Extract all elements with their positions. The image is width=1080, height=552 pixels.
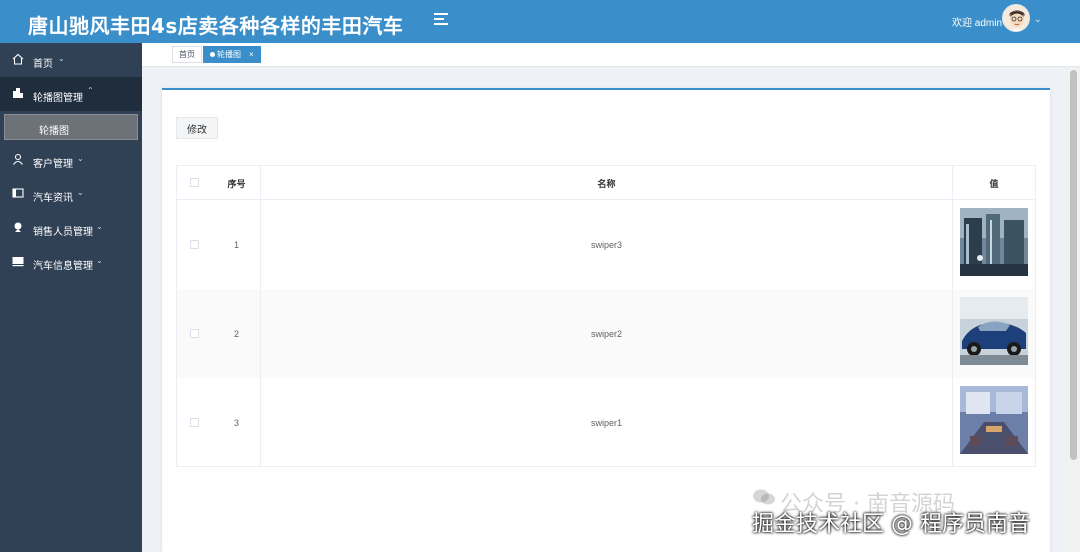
tab-home[interactable]: 首页 xyxy=(172,46,202,63)
row-checkbox[interactable] xyxy=(190,418,199,427)
user-avatar[interactable] xyxy=(1002,4,1030,32)
row-name: swiper1 xyxy=(590,418,622,428)
sidebar-item-car-info[interactable]: 汽车信息管理 ⌄ xyxy=(0,245,142,279)
sidebar-item-home[interactable]: 首页 ⌄ xyxy=(0,43,142,77)
chevron-down-icon: ⌄ xyxy=(58,54,65,63)
sidebar-item-label: 轮播图管理 xyxy=(33,93,83,104)
monitor-icon xyxy=(12,257,24,267)
tab-label: 轮播图 xyxy=(217,50,241,59)
row-name: swiper3 xyxy=(590,240,622,250)
chevron-down-icon[interactable]: ⌄ xyxy=(1034,14,1042,25)
row-checkbox[interactable] xyxy=(190,329,199,338)
sidebar-item-car-news[interactable]: 汽车资讯 ⌄ xyxy=(0,177,142,211)
carousel-image-thumbnail[interactable] xyxy=(960,297,1028,365)
person-badge-icon xyxy=(14,222,22,232)
table-row[interactable]: 3 swiper1 xyxy=(177,378,1035,467)
data-table: 序号 名称 值 1 swiper3 2 swiper2 3 swiper1 xyxy=(176,165,1036,467)
chevron-down-icon: ⌄ xyxy=(77,154,84,163)
row-index: 1 xyxy=(233,240,239,250)
carousel-image-thumbnail[interactable] xyxy=(960,386,1028,454)
close-icon[interactable]: × xyxy=(249,50,254,59)
carousel-image-thumbnail[interactable] xyxy=(960,208,1028,276)
home-icon xyxy=(12,53,24,65)
table-header: 序号 名称 值 xyxy=(177,166,1035,200)
active-dot-icon xyxy=(210,52,215,58)
tab-carousel[interactable]: 轮播图 × xyxy=(203,46,261,63)
chevron-down-icon: ⌄ xyxy=(96,222,103,231)
row-index: 2 xyxy=(233,329,239,339)
wechat-icon xyxy=(753,489,775,505)
user-icon xyxy=(13,153,23,165)
scrollbar-thumb[interactable] xyxy=(1070,70,1077,460)
sidebar-item-label: 汽车资讯 xyxy=(33,193,73,204)
column-header: 值 xyxy=(989,179,999,189)
table-row[interactable]: 1 swiper3 xyxy=(177,200,1035,289)
welcome-text: 欢迎 admin xyxy=(952,18,1003,29)
sidebar-item-sales-staff[interactable]: 销售人员管理 ⌄ xyxy=(0,211,142,245)
sidebar: 首页 ⌄ 轮播图管理 ⌃ 轮播图 客户管理 ⌄ 汽车资讯 ⌄ 销售人员管理 ⌄ … xyxy=(0,43,142,552)
menu-toggle-icon[interactable] xyxy=(434,13,448,27)
edit-button[interactable]: 修改 xyxy=(176,117,218,139)
sidebar-subitem-carousel[interactable]: 轮播图 xyxy=(4,114,138,140)
row-checkbox[interactable] xyxy=(190,240,199,249)
top-header: 唐山驰风丰田4s店卖各种各样的丰田汽车 欢迎 admin ⌄ xyxy=(0,0,1080,43)
column-header: 序号 xyxy=(227,179,246,189)
chevron-down-icon: ⌄ xyxy=(77,188,84,197)
site-title: 唐山驰风丰田4s店卖各种各样的丰田汽车 xyxy=(28,14,404,38)
table-row[interactable]: 2 swiper2 xyxy=(177,289,1035,378)
tab-label: 首页 xyxy=(179,50,195,59)
row-name: swiper2 xyxy=(590,329,622,339)
content-card: 修改 序号 名称 值 1 swiper3 2 swiper2 3 swiper1 xyxy=(162,88,1050,552)
chevron-down-icon: ⌄ xyxy=(96,256,103,265)
select-all-checkbox[interactable] xyxy=(190,178,199,187)
tabs-bar: 首页 轮播图 × xyxy=(142,43,1080,67)
row-index: 3 xyxy=(233,418,239,428)
sidebar-item-label: 销售人员管理 xyxy=(33,227,93,238)
sidebar-item-label: 汽车信息管理 xyxy=(33,261,93,272)
sidebar-subitem-label: 轮播图 xyxy=(39,126,69,137)
news-icon xyxy=(12,188,24,198)
watermark-line-2: 掘金技术社区 @ 程序员南音 xyxy=(752,512,1030,537)
sidebar-item-carousel-management[interactable]: 轮播图管理 ⌃ xyxy=(0,77,142,111)
chevron-up-icon: ⌃ xyxy=(87,86,94,95)
sidebar-item-customers[interactable]: 客户管理 ⌄ xyxy=(0,143,142,177)
column-header: 名称 xyxy=(597,179,616,189)
building-icon xyxy=(13,88,23,98)
sidebar-item-label: 首页 xyxy=(33,59,53,70)
sidebar-item-label: 客户管理 xyxy=(33,159,73,170)
